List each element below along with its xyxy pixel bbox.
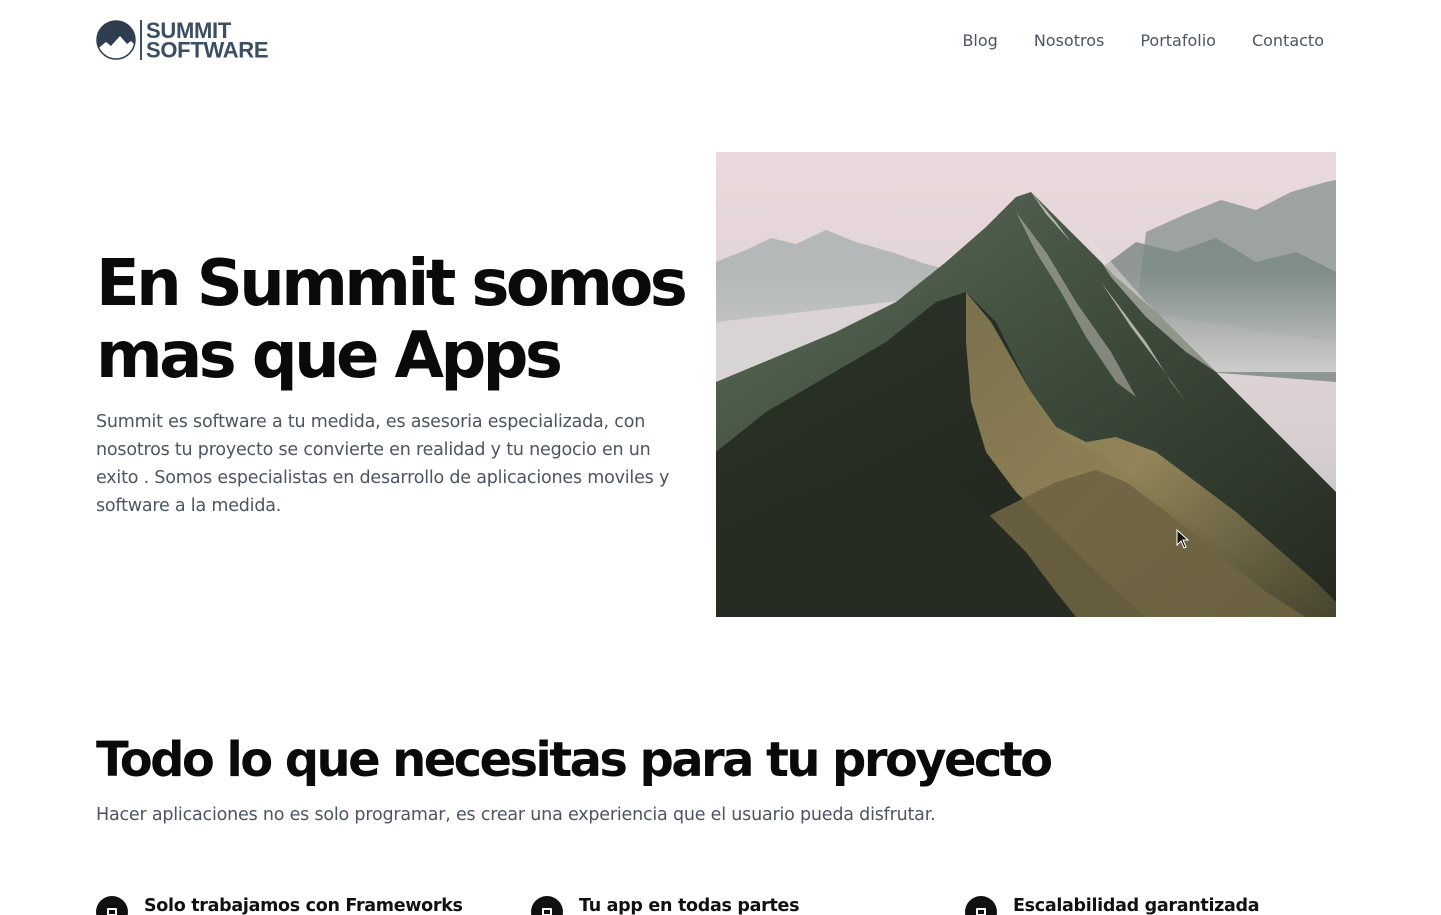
mountain-logo-icon [96,20,136,60]
feature-item-scalability: Escalabilidad garantizada [965,893,1260,915]
mouse-cursor-icon [1176,529,1190,549]
hero-description: Summit es software a tu medida, es aseso… [96,412,670,516]
hero-mountain-image [716,152,1336,617]
features-list: Solo trabajamos con Frameworks Tu app en… [96,893,1336,915]
section-description: Hacer aplicaciones no es solo programar,… [96,805,936,825]
nav-link-blog[interactable]: Blog [962,31,997,50]
hero-title: En Summit somos mas que Apps [96,247,688,393]
feature-title: Tu app en todas partes [579,896,800,915]
nav-link-portafolio[interactable]: Portafolio [1140,31,1216,50]
devices-icon [531,896,563,915]
site-header: SUMMIT SOFTWARE Blog Nosotros Portafolio… [96,18,1336,62]
feature-item-frameworks: Solo trabajamos con Frameworks [96,893,463,915]
shield-icon [965,896,997,915]
briefcase-icon [96,896,128,915]
nav-link-nosotros[interactable]: Nosotros [1034,31,1105,50]
brand-name: SUMMIT SOFTWARE [146,19,269,63]
feature-title: Escalabilidad garantizada [1013,896,1260,915]
nav-link-contacto[interactable]: Contacto [1252,31,1324,50]
brand-logo[interactable]: SUMMIT SOFTWARE [96,18,269,63]
feature-title: Solo trabajamos con Frameworks [144,896,463,915]
main-nav: Blog Nosotros Portafolio Contacto [962,18,1324,62]
logo-divider [140,20,142,60]
feature-item-everywhere: Tu app en todas partes [531,893,800,915]
mountain-illustration [716,152,1336,617]
section-title: Todo lo que necesitas para tu proyecto [96,732,1053,788]
brand-line-2: SOFTWARE [146,36,269,63]
